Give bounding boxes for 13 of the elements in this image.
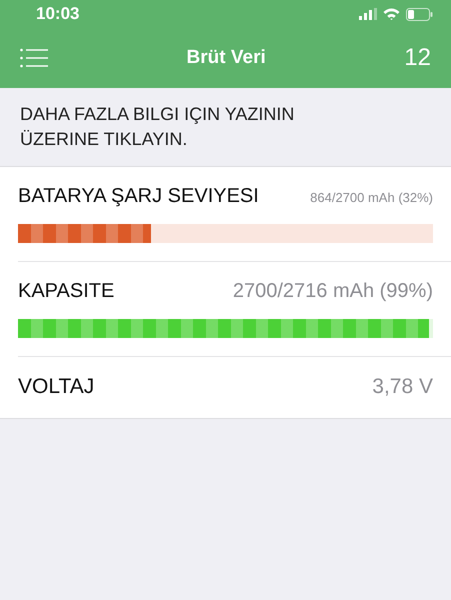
row-label: KAPASITE	[18, 280, 114, 303]
nav-title: Brüt Veri	[186, 47, 267, 69]
row-reading: 864/2700 mAh (32%)	[310, 190, 433, 205]
row-reading: 2700/2716 mAh (99%)	[232, 280, 433, 303]
wifi-icon	[383, 8, 400, 20]
count-label: 12	[404, 44, 431, 72]
status-time: 10:03	[36, 4, 80, 24]
signal-icon	[359, 8, 377, 20]
row-label: VOLTAJ	[18, 375, 94, 399]
row-reading: 3,78 V	[372, 375, 433, 399]
menu-icon[interactable]	[20, 48, 48, 68]
battery-icon	[406, 8, 433, 20]
row-label: BATARYA ŞARJ SEVIYESI	[18, 185, 259, 208]
